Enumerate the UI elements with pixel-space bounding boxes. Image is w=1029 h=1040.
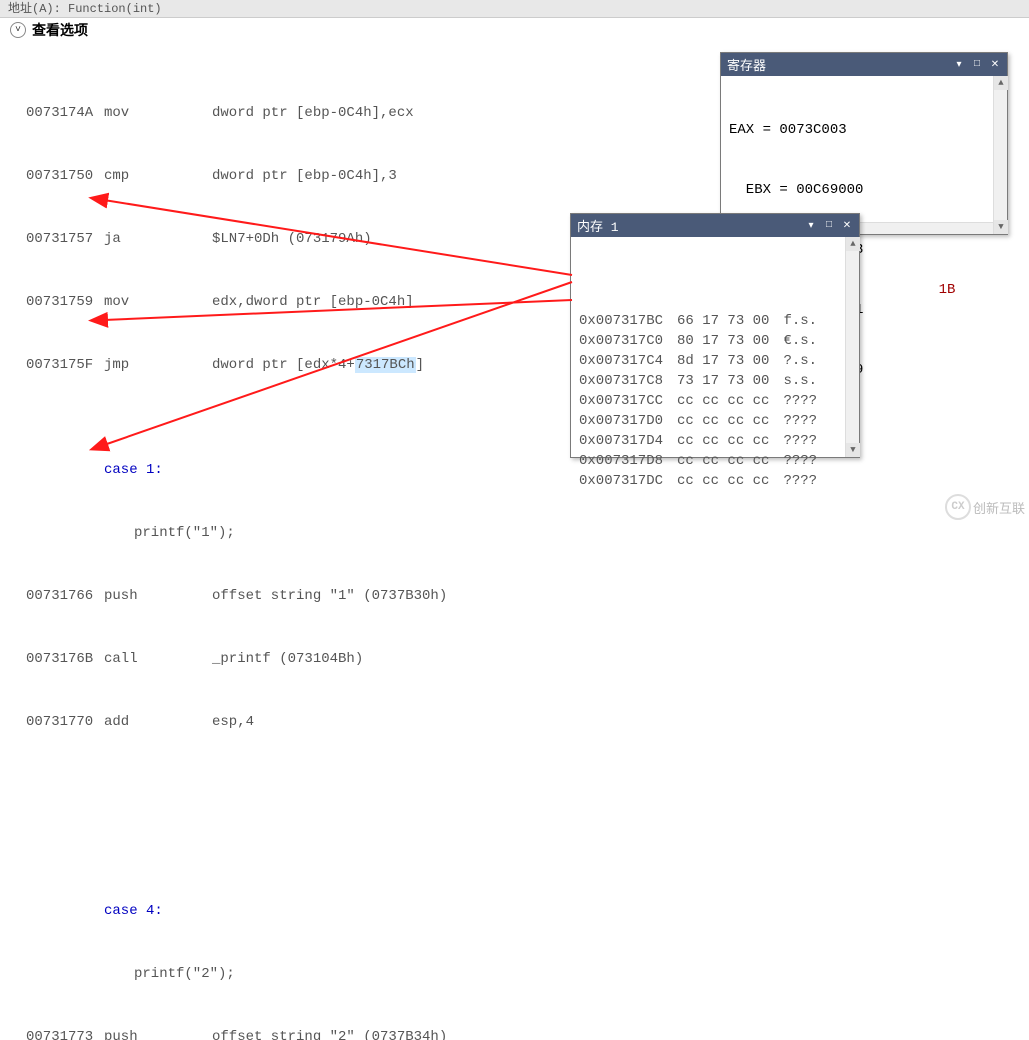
options-label: 查看选项 xyxy=(32,20,88,40)
dropdown-icon[interactable]: ▾ xyxy=(805,220,817,232)
scrollbar-vertical[interactable]: ▲ ▼ xyxy=(993,76,1007,234)
source-line: printf("2"); xyxy=(26,964,447,985)
memory-row: 0x007317C873 17 73 00s.s. xyxy=(579,371,851,391)
asm-line: 0073174Amovdword ptr [ebp-0C4h],ecx xyxy=(26,103,447,124)
asm-line: 00731757ja$LN7+0Dh (073179Ah) xyxy=(26,229,447,250)
asm-line: 00731759movedx,dword ptr [ebp-0C4h] xyxy=(26,292,447,313)
registers-titlebar[interactable]: 寄存器 ▾ □ ✕ xyxy=(721,53,1007,76)
maximize-icon[interactable]: □ xyxy=(971,59,983,71)
memory-row: 0x007317C48d 17 73 00?.s. xyxy=(579,351,851,371)
address-text: 地址(A): Function(int) xyxy=(8,2,162,16)
memory-row: 0x007317BC66 17 73 00f.s. xyxy=(579,311,851,331)
asm-line: 00731750cmpdword ptr [ebp-0C4h],3 xyxy=(26,166,447,187)
register-fragment: 1B xyxy=(939,280,989,300)
maximize-icon[interactable]: □ xyxy=(823,220,835,232)
highlighted-address[interactable]: 7317BCh xyxy=(355,357,416,373)
case-label: case 1: xyxy=(26,460,447,481)
source-line: printf("1"); xyxy=(26,523,447,544)
memory-row: 0x007317CCcc cc cc cc???? xyxy=(579,391,851,411)
scroll-down-icon[interactable]: ▼ xyxy=(846,443,860,457)
watermark-icon: CX xyxy=(945,494,971,520)
scroll-down-icon[interactable]: ▼ xyxy=(994,220,1008,234)
asm-line: 00731773pushoffset string "2" (0737B34h) xyxy=(26,1027,447,1040)
options-row: ˅ 查看选项 xyxy=(0,18,1029,42)
close-icon[interactable]: ✕ xyxy=(989,59,1001,71)
disassembly-area[interactable]: 0073174Amovdword ptr [ebp-0C4h],ecx 0073… xyxy=(26,40,447,1040)
memory-titlebar[interactable]: 内存 1 ▾ □ ✕ xyxy=(571,214,859,237)
asm-line: 00731770addesp,4 xyxy=(26,712,447,733)
memory-row: 0x007317D4cc cc cc cc???? xyxy=(579,431,851,451)
asm-line: 0073176Bcall_printf (073104Bh) xyxy=(26,649,447,670)
case-label: case 4: xyxy=(26,901,447,922)
expand-toggle-icon[interactable]: ˅ xyxy=(10,22,26,38)
scroll-up-icon[interactable]: ▲ xyxy=(994,76,1008,90)
scroll-up-icon[interactable]: ▲ xyxy=(846,237,860,251)
asm-line: 00731766pushoffset string "1" (0737B30h) xyxy=(26,586,447,607)
watermark-text: 创新互联 xyxy=(973,498,1025,517)
memory-row: 0x007317C080 17 73 00€.s. xyxy=(579,331,851,351)
memory-panel[interactable]: 内存 1 ▾ □ ✕ 0x007317BC66 17 73 00f.s.0x00… xyxy=(570,213,860,458)
scrollbar-vertical[interactable]: ▲ ▼ xyxy=(845,237,859,457)
close-icon[interactable]: ✕ xyxy=(841,220,853,232)
registers-panel[interactable]: 寄存器 ▾ □ ✕ EAX = 0073C003 EBX = 00C69000 … xyxy=(720,52,1008,235)
memory-title: 内存 1 xyxy=(577,216,619,235)
memory-row: 0x007317DCcc cc cc cc???? xyxy=(579,471,851,491)
asm-line: 0073175Fjmpdword ptr [edx*4+7317BCh] xyxy=(26,355,447,376)
registers-title: 寄存器 xyxy=(727,55,766,74)
watermark: CX 创新互联 xyxy=(945,494,1025,520)
memory-row: 0x007317D0cc cc cc cc???? xyxy=(579,411,851,431)
dropdown-icon[interactable]: ▾ xyxy=(953,59,965,71)
address-bar: 地址(A): Function(int) xyxy=(0,0,1029,18)
memory-row: 0x007317D8cc cc cc cc???? xyxy=(579,451,851,471)
register-row: EAX = 0073C003 xyxy=(729,120,999,140)
